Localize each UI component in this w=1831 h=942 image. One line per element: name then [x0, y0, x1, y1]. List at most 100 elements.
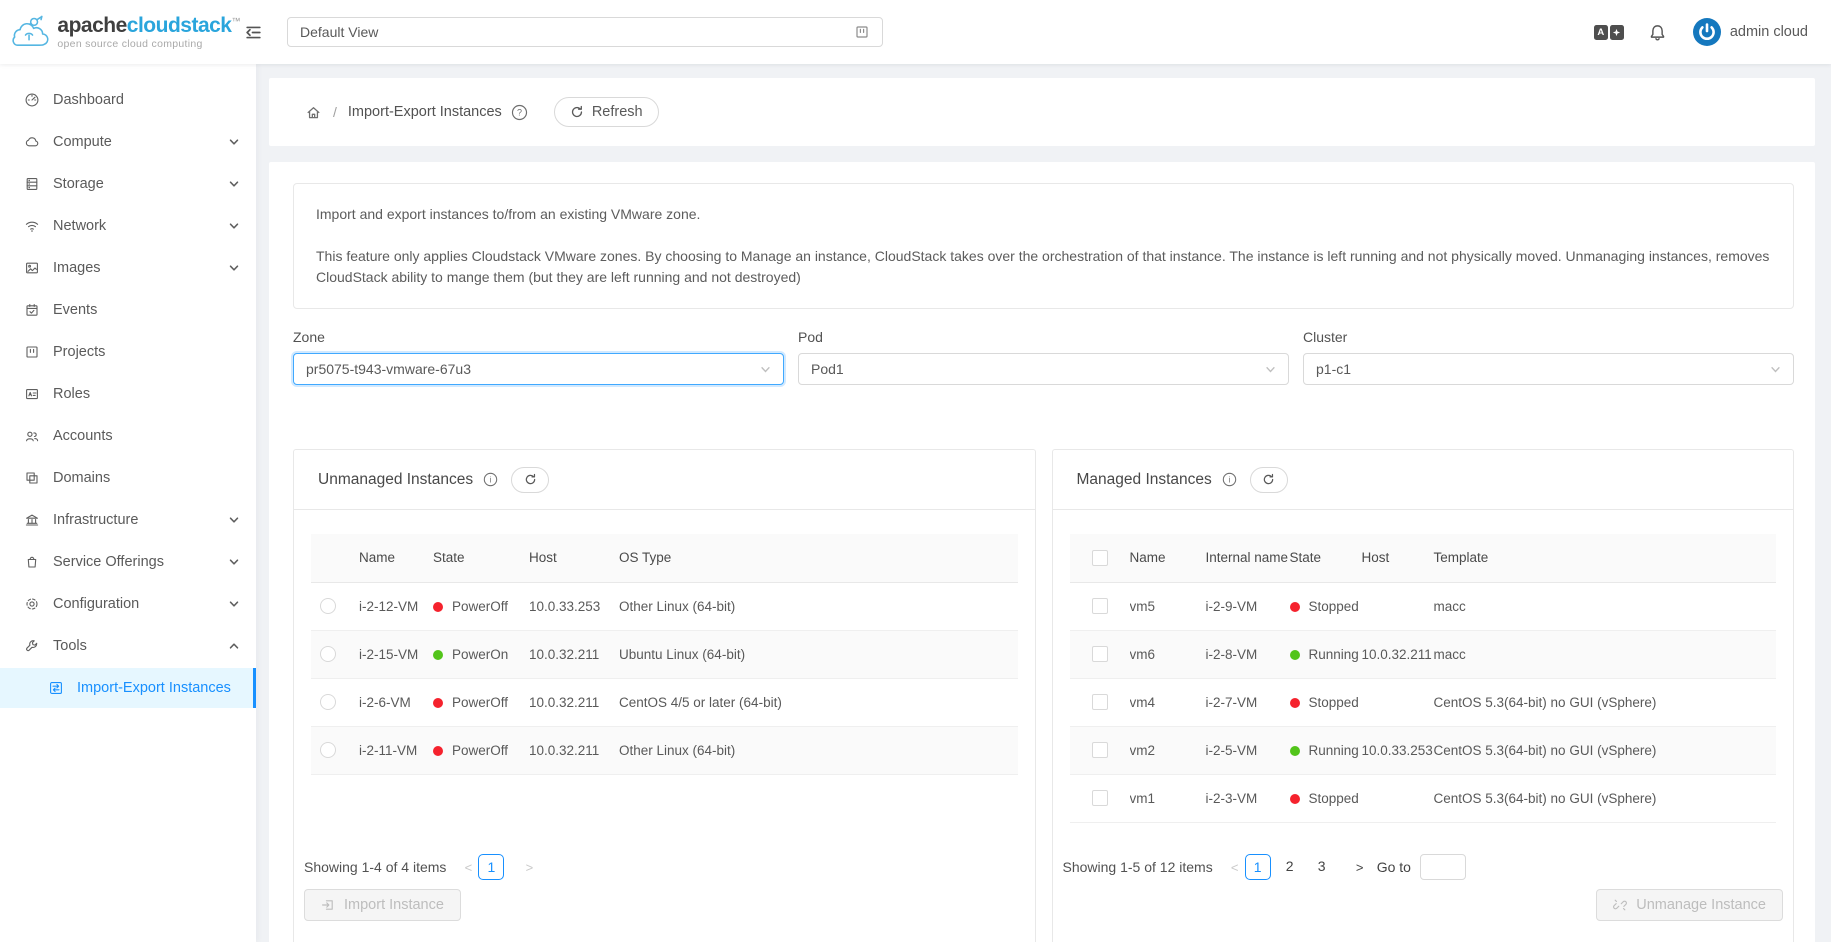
unmanage-instance-button[interactable]: Unmanage Instance — [1596, 889, 1783, 921]
row-radio[interactable] — [320, 694, 336, 710]
sidebar-item-network[interactable]: Network — [0, 206, 256, 246]
host-cell: 10.0.32.211 — [529, 630, 619, 678]
pod-select-value: Pod1 — [811, 361, 844, 377]
host-cell: 10.0.32.211 — [1362, 630, 1434, 678]
pagination-prev[interactable]: < — [461, 860, 475, 875]
row-checkbox[interactable] — [1092, 598, 1108, 614]
zone-select[interactable]: pr5075-t943-vmware-67u3 — [293, 353, 784, 385]
brand-apache: apache — [57, 14, 126, 37]
goto-label: Go to — [1377, 859, 1411, 875]
page-goto-input[interactable] — [1420, 854, 1466, 880]
user-avatar[interactable] — [1693, 18, 1721, 46]
sidebar-item-roles[interactable]: Roles — [0, 374, 256, 414]
pagination-next[interactable]: > — [1353, 860, 1367, 875]
breadcrumb-separator: / — [333, 104, 337, 120]
pagination-next[interactable]: > — [522, 860, 536, 875]
brand-cloudstack: cloudstack — [127, 14, 232, 37]
sidebar-item-label: Service Offerings — [53, 554, 164, 570]
unmanaged-refresh-button[interactable] — [511, 467, 549, 493]
chevron-up-icon — [229, 641, 239, 651]
sidebar-item-tools[interactable]: Tools — [0, 626, 256, 666]
sidebar-item-compute[interactable]: Compute — [0, 122, 256, 162]
svg-text:i: i — [1228, 475, 1230, 484]
name-cell: vm5 — [1130, 582, 1206, 630]
unmanaged-instances-table: NameStateHostOS Type i-2-12-VMPowerOff10… — [311, 534, 1018, 775]
sidebar-item-label: Accounts — [53, 428, 113, 444]
info-icon[interactable]: i — [483, 472, 498, 487]
host-cell: 10.0.32.211 — [529, 726, 619, 774]
cluster-filter: Cluster p1-c1 — [1303, 329, 1794, 385]
sidebar-item-storage[interactable]: Storage — [0, 164, 256, 204]
import-instance-button[interactable]: Import Instance — [304, 889, 461, 921]
top-header: apachecloudstack™ open source cloud comp… — [0, 0, 1831, 64]
sidebar-item-service-offerings[interactable]: Service Offerings — [0, 542, 256, 582]
host-cell: 10.0.32.211 — [529, 678, 619, 726]
interaction-icon — [48, 680, 64, 696]
column-header-host: Host — [1362, 534, 1434, 582]
pod-select[interactable]: Pod1 — [798, 353, 1289, 385]
chevron-down-icon — [760, 364, 771, 375]
pagination-page-1[interactable]: 1 — [478, 854, 504, 880]
username-label[interactable]: admin cloud — [1730, 24, 1808, 40]
refresh-button-label: Refresh — [592, 104, 643, 120]
select-all-checkbox[interactable] — [1092, 550, 1108, 566]
sidebar-item-dashboard[interactable]: Dashboard — [0, 80, 256, 120]
row-checkbox[interactable] — [1092, 646, 1108, 662]
sidebar-item-infrastructure[interactable]: Infrastructure — [0, 500, 256, 540]
table-row: vm6i-2-8-VMRunning10.0.32.211macc — [1070, 630, 1777, 678]
import-export-card: Import and export instances to/from an e… — [269, 162, 1815, 942]
managed-pagination: Showing 1-5 of 12 items <123>Go to — [1063, 854, 1784, 880]
menu-fold-icon[interactable] — [244, 23, 263, 42]
refresh-button[interactable]: Refresh — [554, 97, 659, 127]
pagination-page-2[interactable]: 2 — [1277, 854, 1303, 880]
pagination-page-3[interactable]: 3 — [1309, 854, 1335, 880]
state-cell: Stopped — [1290, 774, 1362, 822]
table-row: vm2i-2-5-VMRunning10.0.33.253CentOS 5.3(… — [1070, 726, 1777, 774]
sidebar-item-accounts[interactable]: Accounts — [0, 416, 256, 456]
help-question-icon[interactable]: ? — [511, 104, 528, 121]
chevron-down-icon — [229, 515, 239, 525]
managed-refresh-button[interactable] — [1250, 467, 1288, 493]
state-label: PowerOff — [452, 743, 508, 758]
row-checkbox[interactable] — [1092, 742, 1108, 758]
brand-trademark: ™ — [232, 16, 241, 26]
notifications-bell-icon[interactable] — [1648, 23, 1667, 42]
chevron-down-icon — [1265, 364, 1276, 375]
column-header-name: Name — [359, 534, 433, 582]
cluster-select[interactable]: p1-c1 — [1303, 353, 1794, 385]
import-icon — [321, 898, 335, 912]
row-radio[interactable] — [320, 598, 336, 614]
info-icon[interactable]: i — [1222, 472, 1237, 487]
sidebar-item-projects[interactable]: Projects — [0, 332, 256, 372]
row-radio[interactable] — [320, 646, 336, 662]
host-cell — [1362, 582, 1434, 630]
state-label: PowerOff — [452, 695, 508, 710]
cloudstack-monkey-icon — [10, 9, 50, 55]
os-type-cell: Ubuntu Linux (64-bit) — [619, 630, 1018, 678]
row-checkbox[interactable] — [1092, 694, 1108, 710]
sidebar-item-domains[interactable]: Domains — [0, 458, 256, 498]
internal-name-cell: i-2-7-VM — [1206, 678, 1290, 726]
sidebar-item-import-export-instances[interactable]: Import-Export Instances — [0, 668, 256, 708]
host-cell — [1362, 678, 1434, 726]
pagination-prev[interactable]: < — [1228, 860, 1242, 875]
sidebar-item-events[interactable]: Events — [0, 290, 256, 330]
row-radio[interactable] — [320, 742, 336, 758]
home-icon[interactable] — [305, 104, 322, 121]
translate-icon[interactable]: A — [1594, 25, 1624, 40]
state-dot — [433, 746, 443, 756]
state-dot — [433, 698, 443, 708]
sidebar-item-images[interactable]: Images — [0, 248, 256, 288]
selector-column-header — [311, 534, 359, 582]
host-cell — [1362, 774, 1434, 822]
state-dot — [1290, 602, 1300, 612]
row-checkbox[interactable] — [1092, 790, 1108, 806]
sidebar-item-label: Import-Export Instances — [77, 680, 231, 696]
idcard-icon — [24, 386, 40, 402]
view-switcher-select[interactable]: Default View — [287, 17, 883, 47]
sidebar-item-configuration[interactable]: Configuration — [0, 584, 256, 624]
sidebar-item-label: Domains — [53, 470, 110, 486]
pagination-page-1[interactable]: 1 — [1245, 854, 1271, 880]
sidebar-item-label: Events — [53, 302, 97, 318]
state-cell: Running — [1290, 630, 1362, 678]
